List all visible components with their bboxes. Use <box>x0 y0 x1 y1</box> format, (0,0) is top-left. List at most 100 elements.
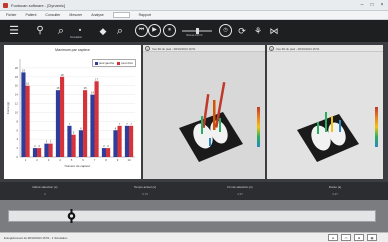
menu-item[interactable]: Analyse <box>91 13 103 17</box>
bar-right <box>106 148 111 157</box>
foot-3d-render <box>179 82 243 162</box>
color-scale <box>257 107 260 147</box>
data-label: 3 <box>50 140 52 144</box>
close-view-icon[interactable]: × <box>269 46 274 51</box>
status-fit-button[interactable]: ▭ <box>341 234 351 241</box>
stat-duration: Durée (s) 4,97 <box>300 185 370 196</box>
foot-view-panel-right[interactable]: × Vue 3D du pied - 28/10/2013 16:51 <box>267 45 383 179</box>
bar-left <box>32 148 38 157</box>
menu-item[interactable]: Fichier <box>6 13 17 17</box>
y-tick-label: 8 <box>16 119 18 123</box>
bar-left <box>78 130 84 157</box>
eraser-icon[interactable]: ◆ <box>97 25 109 37</box>
x-tick-label: 4 <box>59 158 61 162</box>
menu-bar: Fichier Patient Consulter Mesurer Analys… <box>0 11 388 20</box>
status-settings-button[interactable]: ▦ <box>367 234 377 241</box>
bar-right <box>60 76 65 157</box>
x-tick-label: 6 <box>82 158 84 162</box>
data-label: 15 <box>84 86 87 90</box>
data-label: 7 <box>130 122 132 126</box>
x-tick-label: 5 <box>71 158 73 162</box>
data-label: 7 <box>119 122 121 126</box>
x-tick-label: 1 <box>25 158 27 162</box>
x-tick-label: 8 <box>105 158 107 162</box>
zoom-icon[interactable]: ⌕ <box>55 25 67 37</box>
x-tick-label: 7 <box>94 158 96 162</box>
toolbar: ☰ ⚲ ⌕ ▪ Simulation ◆ ⌕ ⏮ ▶ ⏸ Vitesse 100… <box>0 20 388 42</box>
bar-left <box>55 90 61 157</box>
title-bar: Footscan software - [Dynamic] – □ × <box>0 0 388 11</box>
bar-right <box>83 90 88 157</box>
x-tick-label: 3 <box>48 158 50 162</box>
walker-icon[interactable]: ⚘ <box>252 25 264 37</box>
menu-item[interactable]: Mesurer <box>69 13 82 17</box>
y-tick-label: 16 <box>15 84 19 88</box>
status-text: Enregistrement du 28/10/2013 16:51 - 1 S… <box>4 236 68 240</box>
legend-label-right: pied droit <box>121 61 133 65</box>
status-bar: Enregistrement du 28/10/2013 16:51 - 1 S… <box>0 232 388 242</box>
menu-item[interactable]: Rapport <box>139 13 151 17</box>
foot-view-panel-left[interactable]: × Vue 3D du pied - 28/10/2013 16:51 <box>143 45 265 179</box>
data-label: 2 <box>107 144 109 148</box>
x-tick-label: 10 <box>127 158 131 162</box>
maximize-button[interactable]: □ <box>368 2 376 8</box>
menu-icon[interactable]: ☰ <box>8 25 20 37</box>
timeline-handle[interactable] <box>67 209 76 223</box>
y-tick-label: 12 <box>15 102 19 106</box>
legend-left: pied gauche <box>95 61 114 65</box>
speed-label: Vitesse 100 % <box>186 34 203 37</box>
stat-current-time: Temps actuel (s) 0,79 <box>110 185 180 196</box>
stat-label: Durée (s) <box>328 185 342 189</box>
bar-left <box>67 125 72 157</box>
analysis-label: Simulation <box>70 36 83 39</box>
compare-icon[interactable]: ⋈ <box>268 25 280 37</box>
x-tick-label: 2 <box>36 158 38 162</box>
bar-left <box>113 130 118 157</box>
chart-legend: pied gauche pied droit <box>92 59 136 67</box>
view-title: Vue 3D du pied - 28/10/2013 16:51 <box>152 47 196 51</box>
bar-left <box>44 143 49 157</box>
search-icon[interactable]: ⌕ <box>114 25 126 37</box>
stat-value: 4,97 <box>332 192 338 196</box>
bar-right <box>129 125 134 157</box>
footprint-icon[interactable]: ⚲ <box>34 25 46 37</box>
menu-item[interactable]: Patient <box>26 13 37 17</box>
stat-label: Fin de sélection (s) <box>227 185 253 189</box>
timeline-track[interactable] <box>8 210 376 222</box>
data-label: 6 <box>115 126 117 130</box>
data-label: 6 <box>80 126 82 130</box>
y-tick-label: 2 <box>16 146 18 150</box>
bar-right <box>94 81 99 157</box>
menu-item-active[interactable] <box>112 12 130 18</box>
y-tick-label: 18 <box>15 75 19 79</box>
play-icon[interactable]: ▶ <box>148 24 161 37</box>
data-label: 2 <box>103 144 105 148</box>
y-tick-label: 6 <box>16 128 18 132</box>
rotate-icon[interactable]: ⟳ <box>236 25 248 37</box>
bar-left <box>21 72 26 157</box>
stat-value: 4,97 <box>237 192 243 196</box>
status-zoom-in-button[interactable]: ⊕ <box>354 234 364 241</box>
legend-right: pied droit <box>117 61 133 65</box>
stat-label: Début sélection (s) <box>32 185 58 189</box>
close-view-icon[interactable]: × <box>145 46 150 51</box>
data-label: 19 <box>22 68 25 72</box>
minimize-button[interactable]: – <box>358 2 366 8</box>
bar-left <box>90 94 95 157</box>
window-title: Footscan software - [Dynamic] <box>11 3 66 8</box>
color-scale <box>375 107 378 147</box>
chart-panel: Maximum par capteur 0 2 4 6 8 10 12 14 16 18 20 19 1… <box>4 45 141 179</box>
bar-right <box>25 85 30 157</box>
pause-icon[interactable]: ⏸ <box>163 24 176 37</box>
rewind-icon[interactable]: ⏮ <box>135 24 148 37</box>
bar-left <box>124 125 130 157</box>
data-label: 2 <box>38 144 40 148</box>
data-label: 7 <box>69 122 71 126</box>
stat-selection-end: Fin de sélection (s) 4,97 <box>205 185 275 196</box>
clock-icon[interactable]: ◷ <box>219 24 232 37</box>
menu-item[interactable]: Consulter <box>45 13 60 17</box>
status-zoom-out-button[interactable]: ⊖ <box>328 234 338 241</box>
data-label: 16 <box>26 82 29 86</box>
close-button[interactable]: × <box>378 2 386 8</box>
stat-value: 0 <box>44 192 46 196</box>
